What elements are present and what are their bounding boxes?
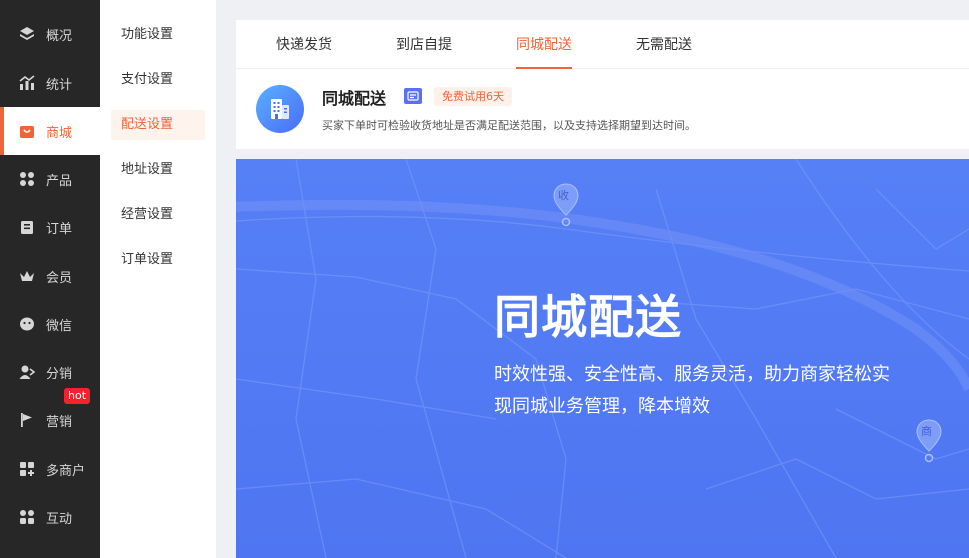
settings-subnav: 功能设置 支付设置 配送设置 地址设置 经营设置 订单设置 [100, 0, 216, 558]
clipboard-icon [19, 219, 35, 235]
tab-label: 同城配送 [516, 37, 572, 53]
main-sidebar: 概况 统计 商城 产品 订单 会员 微信 分销 营销 hot 多商户 互动 [0, 0, 100, 558]
nav-item-overview[interactable]: 概况 [0, 10, 100, 58]
page-title: 同城配送 [322, 89, 387, 108]
nav-item-label: 微信 [46, 318, 73, 334]
certified-icon [404, 88, 422, 104]
delivery-card: 快递发货 到店自提 同城配送 无需配送 同城配送 免费试用6天 买家下单时可检验… [236, 20, 969, 149]
nav-item-label: 商城 [46, 125, 73, 141]
nav-item-label: 分销 [46, 366, 73, 382]
tab-no-delivery[interactable]: 无需配送 [636, 20, 692, 69]
promo-banner: 收 商 同城配送 时效性强、安全性高、服务灵活，助力商家轻松实现同城业务管理，降… [236, 159, 969, 558]
nav-item-label: 统计 [46, 77, 73, 93]
tab-store-pickup[interactable]: 到店自提 [396, 20, 452, 69]
subnav-item-feature-settings[interactable]: 功能设置 [111, 20, 205, 50]
nav-item-multi-merchant[interactable]: 多商户 [0, 445, 100, 493]
nav-item-order[interactable]: 订单 [0, 203, 100, 251]
receive-pin-icon: 收 [553, 183, 579, 231]
nav-item-label: 订单 [46, 221, 73, 237]
banner-title: 同城配送 [494, 290, 682, 344]
tab-local-delivery[interactable]: 同城配送 [500, 20, 588, 69]
layers-icon [19, 26, 35, 42]
wechat-icon [19, 316, 35, 332]
crown-icon [19, 268, 35, 284]
nav-item-product[interactable]: 产品 [0, 155, 100, 203]
hot-badge: hot [64, 388, 91, 404]
nav-item-wechat[interactable]: 微信 [0, 300, 100, 348]
nav-item-label: 营销 [46, 414, 73, 430]
stats-icon [19, 75, 35, 91]
feature-description: 买家下单时可检验收货地址是否满足配送范围，以及支持选择期望到达时间。 [322, 119, 696, 132]
share-user-icon [19, 364, 35, 380]
nav-item-label: 多商户 [46, 463, 86, 479]
nav-item-label: 互动 [46, 511, 73, 527]
nav-item-label: 产品 [46, 173, 73, 189]
tab-express[interactable]: 快递发货 [276, 20, 332, 69]
nav-item-label: 会员 [46, 270, 73, 286]
subnav-item-address-settings[interactable]: 地址设置 [111, 155, 205, 185]
nav-item-stats[interactable]: 统计 [0, 59, 100, 107]
nav-item-label: 概况 [46, 28, 73, 44]
building-icon [256, 85, 304, 133]
pin-label: 收 [558, 189, 569, 202]
shop-pin-icon: 商 [916, 419, 942, 467]
shop-bag-icon [19, 123, 35, 139]
banner-description: 时效性强、安全性高、服务灵活，助力商家轻松实现同城业务管理，降本增效 [494, 364, 890, 417]
subnav-item-delivery-settings[interactable]: 配送设置 [111, 110, 205, 140]
nav-item-shop[interactable]: 商城 [0, 107, 100, 155]
nav-item-marketing[interactable]: 营销 hot [0, 388, 100, 444]
delivery-tabs: 快递发货 到店自提 同城配送 无需配送 [236, 20, 969, 69]
delivery-info: 同城配送 免费试用6天 买家下单时可检验收货地址是否满足配送范围，以及支持选择期… [236, 69, 969, 149]
subnav-item-order-settings[interactable]: 订单设置 [111, 245, 205, 275]
multi-store-icon [19, 461, 35, 477]
flag-icon [19, 412, 35, 428]
nav-item-interaction[interactable]: 互动 [0, 493, 100, 541]
main-content: 快递发货 到店自提 同城配送 无需配送 同城配送 免费试用6天 买家下单时可检验… [236, 20, 969, 558]
subnav-item-payment-settings[interactable]: 支付设置 [111, 65, 205, 95]
subnav-item-business-settings[interactable]: 经营设置 [111, 200, 205, 230]
app-root: 概况 统计 商城 产品 订单 会员 微信 分销 营销 hot 多商户 互动 功能… [0, 0, 969, 558]
nav-item-member[interactable]: 会员 [0, 252, 100, 300]
trial-badge: 免费试用6天 [434, 87, 512, 106]
grid-icon [19, 171, 35, 187]
interact-icon [19, 509, 35, 525]
pin-label: 商 [921, 425, 932, 438]
